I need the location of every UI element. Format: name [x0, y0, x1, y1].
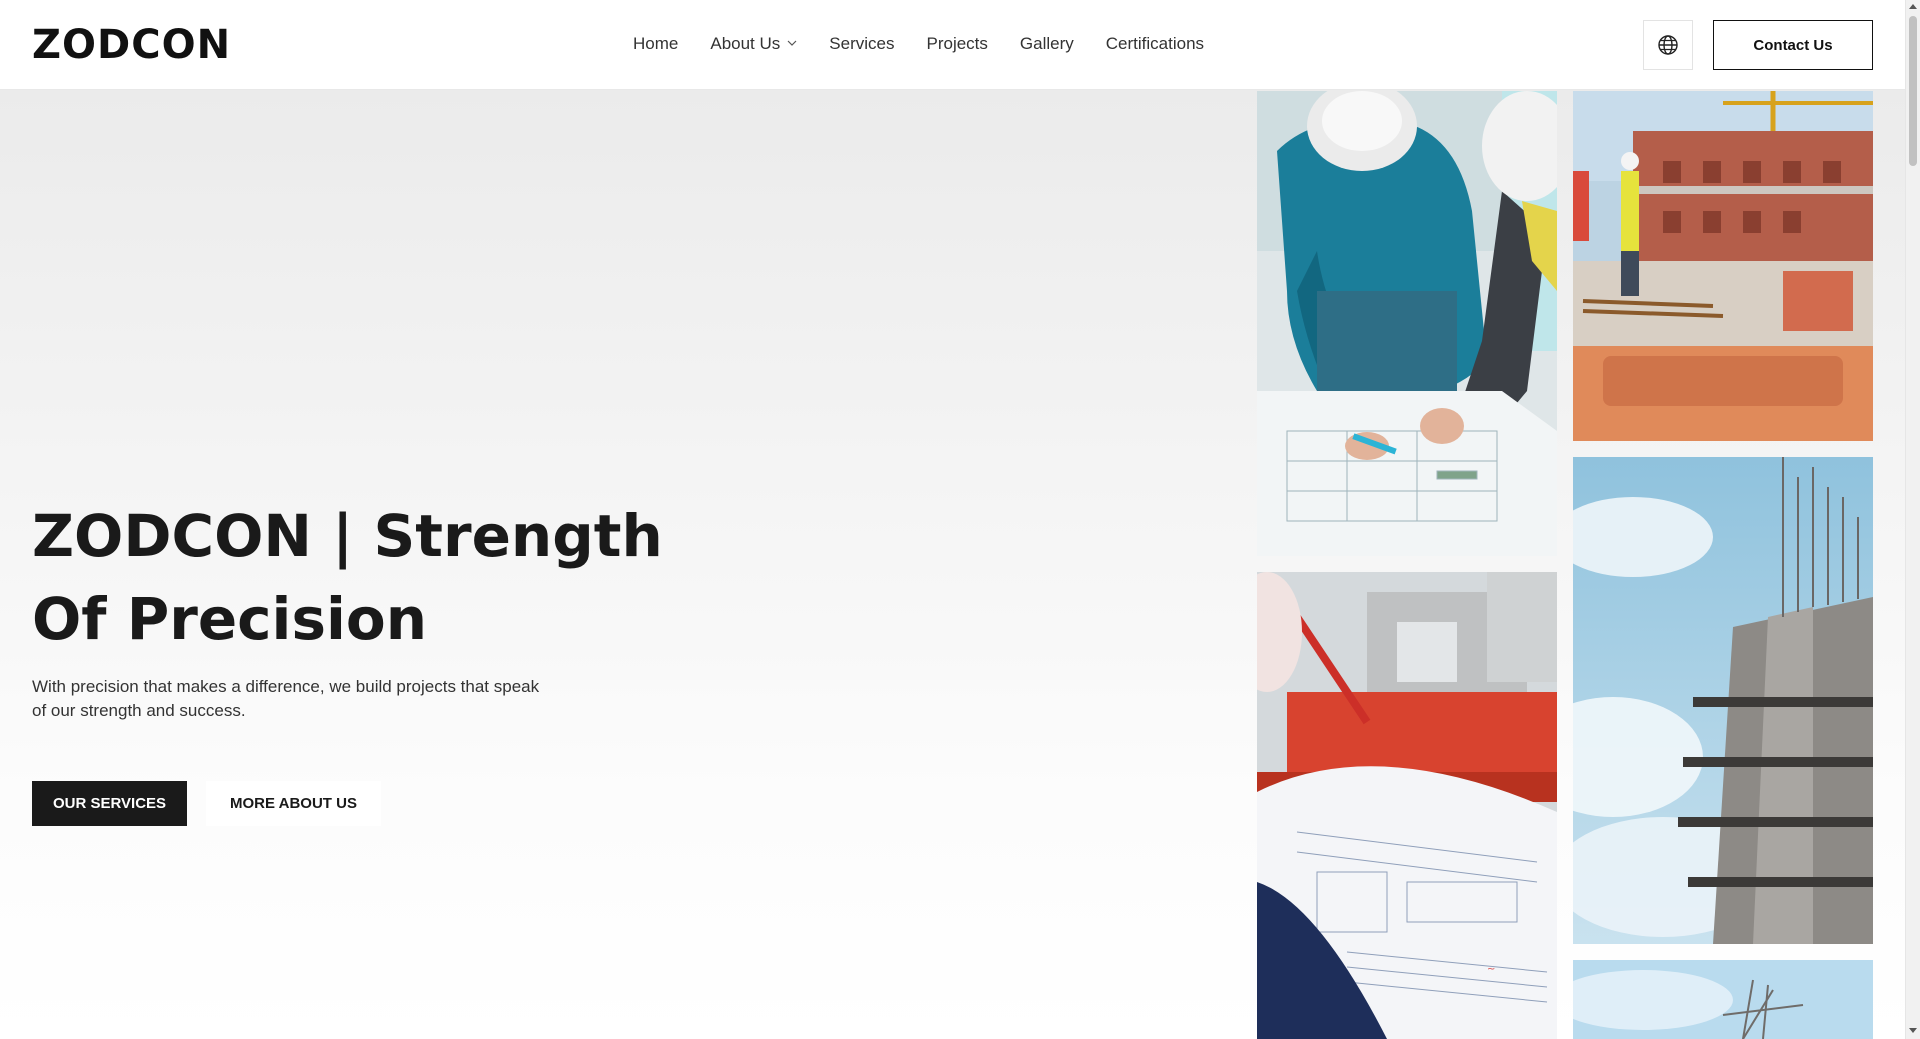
our-services-button[interactable]: OUR SERVICES — [32, 781, 187, 826]
nav-gallery-label: Gallery — [1019, 34, 1074, 53]
nav-about-us-label: About Us — [710, 34, 781, 53]
nav-home-label: Home — [633, 34, 679, 53]
nav-certifications-label: Certifications — [1105, 34, 1205, 53]
nav-services-label: Services — [829, 34, 895, 53]
nav-services[interactable]: Services — [829, 30, 894, 58]
site-header: ZODCON Home About Us Services Projects G… — [0, 0, 1905, 90]
more-about-us-button[interactable]: MORE ABOUT US — [206, 781, 381, 826]
language-button[interactable] — [1643, 20, 1693, 70]
gallery-image-plans-red-machinery: ~ — [1257, 572, 1557, 1039]
nav-projects-label: Projects — [926, 34, 988, 53]
hero-title: ZODCON | Strength Of Precision — [32, 502, 663, 653]
svg-text:~: ~ — [1487, 964, 1495, 975]
nav-certifications[interactable]: Certifications — [1106, 30, 1204, 58]
nav-gallery[interactable]: Gallery — [1020, 30, 1074, 58]
gallery-image-brick-construction-site — [1573, 91, 1873, 441]
contact-us-button[interactable]: Contact Us — [1713, 20, 1873, 70]
chevron-down-icon — [787, 30, 797, 58]
nav-home[interactable]: Home — [633, 30, 678, 58]
gallery-image-high-rise-frame — [1573, 457, 1873, 944]
gallery-image-engineers-blueprints — [1257, 91, 1557, 556]
gallery-image-scaffolding — [1573, 960, 1873, 1039]
globe-icon — [1658, 35, 1678, 55]
nav-about-us[interactable]: About Us — [710, 30, 797, 58]
nav-projects[interactable]: Projects — [926, 30, 987, 58]
scroll-thumb[interactable] — [1909, 16, 1917, 166]
scroll-up-arrow-icon[interactable] — [1909, 4, 1917, 9]
logo[interactable]: ZODCON — [32, 24, 231, 66]
main-nav: Home About Us Services Projects Gallery … — [633, 30, 1236, 58]
scroll-down-arrow-icon[interactable] — [1909, 1028, 1917, 1033]
hero-subtitle: With precision that makes a difference, … — [32, 677, 540, 720]
page-scrollbar[interactable] — [1905, 0, 1920, 1039]
